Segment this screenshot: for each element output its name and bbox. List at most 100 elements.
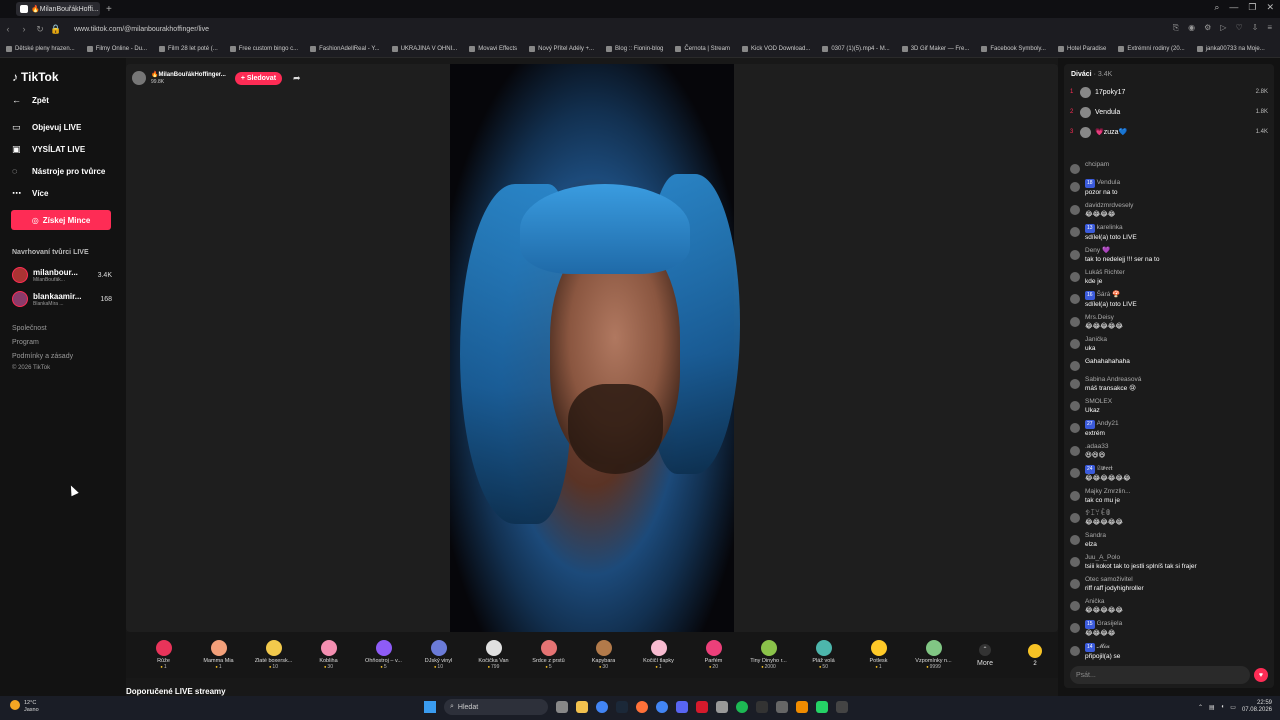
avatar[interactable]: [132, 71, 146, 85]
bookmark-item[interactable]: Hotel Paradise: [1057, 45, 1106, 52]
heart-icon[interactable]: ♥: [1254, 668, 1268, 682]
network-icon[interactable]: ▤: [1209, 704, 1215, 711]
capcut-icon-2[interactable]: [836, 701, 848, 713]
firefox-icon[interactable]: [636, 701, 648, 713]
maximize-icon[interactable]: ❐: [1248, 2, 1256, 13]
gift-item[interactable]: Parfém20: [686, 640, 741, 670]
chat-message[interactable]: 18 Vendula pozor na to: [1070, 178, 1270, 197]
share-icon[interactable]: ➦: [293, 73, 301, 84]
clock[interactable]: 22:59 07.08.2026: [1242, 700, 1272, 714]
footer-link-terms[interactable]: Podmínky a zásady: [12, 353, 73, 360]
gift-item[interactable]: Kapybara30: [576, 640, 631, 670]
settings-icon[interactable]: ⚙: [1204, 23, 1211, 33]
chat-message[interactable]: 16 Šárá 🍄 sdílel(a) toto LIVE: [1070, 290, 1270, 309]
chat-message[interactable]: 27 Andy21 extrém: [1070, 419, 1270, 438]
steam-icon[interactable]: [616, 701, 628, 713]
volume-icon[interactable]: ◖: [1221, 704, 1225, 710]
footer-link-program[interactable]: Program: [12, 339, 39, 346]
close-icon[interactable]: ✕: [1266, 2, 1274, 13]
play-icon[interactable]: ▷: [1220, 23, 1226, 33]
chat-message[interactable]: chcipam: [1070, 160, 1270, 174]
chat-message[interactable]: Juu_A_Polo tsiii kokot tak to jestli spln…: [1070, 553, 1270, 571]
menu-icon[interactable]: ≡: [1267, 23, 1272, 33]
bookmark-item[interactable]: Blog :: Fionin-blog: [606, 45, 663, 52]
chat-message[interactable]: Gahahahahaha: [1070, 357, 1270, 371]
bookmark-item[interactable]: Free custom bingo c...: [229, 45, 298, 52]
bookmark-item[interactable]: FashionAdellReal - Y...: [310, 45, 380, 52]
vlc-icon[interactable]: [796, 701, 808, 713]
bookmark-item[interactable]: Extrémní rodiny (20...: [1118, 45, 1185, 52]
discord-icon[interactable]: [676, 701, 688, 713]
chat-message[interactable]: Sandra elza: [1070, 531, 1270, 549]
search-icon[interactable]: ⌕: [1214, 2, 1219, 13]
bookmark-item[interactable]: Nový Přítel Adély +...: [529, 45, 594, 52]
windows-start-icon[interactable]: [424, 701, 436, 713]
opera-icon[interactable]: [696, 701, 708, 713]
chat-message[interactable]: 15 Grasijela 😂😂😂😂: [1070, 619, 1270, 638]
new-tab-icon[interactable]: +: [106, 4, 112, 15]
chat-message[interactable]: Deny 💜 tak to nedelejj !!! ser na to: [1070, 246, 1270, 264]
heart-icon[interactable]: ♡: [1235, 23, 1242, 33]
gift-item[interactable]: Zlaté boxersk...10: [246, 640, 301, 670]
bookmark-item[interactable]: janka00733 na Moje...: [1196, 45, 1265, 52]
weather-widget[interactable]: 12°C Jasno: [10, 700, 39, 714]
gift-item[interactable]: Srdce z prstů5: [521, 640, 576, 670]
gift-item[interactable]: Tiny Dinyho r...2000: [741, 640, 796, 670]
bookmark-item[interactable]: Facebook Symboly...: [981, 45, 1046, 52]
sidebar-item-discover-live[interactable]: ▭ Objevuj LIVE: [12, 122, 81, 133]
chat-message[interactable]: 14 𝓜𝓲𝓪 připojil(a) se: [1070, 642, 1270, 660]
back-link[interactable]: ← Zpět: [12, 95, 49, 105]
chat-message[interactable]: 24 𝕾𝖜𝖊𝖊𝖙 😂😂😂😂😂😂: [1070, 464, 1270, 483]
battery-icon[interactable]: ▭: [1230, 704, 1236, 711]
taskbar-search[interactable]: ⌕ Hledat: [444, 699, 548, 715]
sidebar-item-go-live[interactable]: ▣ VYSÍLAT LIVE: [12, 144, 85, 155]
top-viewer-row[interactable]: 1 17poky17 2.8K: [1070, 85, 1268, 99]
bookmark-item[interactable]: 3D Gif Maker — Fre...: [901, 45, 969, 52]
chat-message[interactable]: Janička uka: [1070, 335, 1270, 353]
capcut-icon[interactable]: [756, 701, 768, 713]
reload-icon[interactable]: ↻: [32, 24, 48, 35]
gift-item[interactable]: Kobliha30: [301, 640, 356, 670]
bookmark-item[interactable]: Filmy Online - Du...: [86, 45, 147, 52]
bookmark-item[interactable]: Černota | Stream: [675, 45, 730, 52]
forward-icon[interactable]: ›: [16, 24, 32, 34]
minimize-icon[interactable]: —: [1229, 2, 1238, 13]
obs-icon[interactable]: [776, 701, 788, 713]
gift-item[interactable]: Ohňostroj – v...5: [356, 640, 411, 670]
camera-icon[interactable]: ◉: [1188, 23, 1195, 33]
back-icon[interactable]: ‹: [0, 24, 16, 34]
gift-item[interactable]: Kočičí tlapky1: [631, 640, 686, 670]
url-field[interactable]: www.tiktok.com/@milanbourakhoffinger/liv…: [74, 26, 209, 33]
gift-item[interactable]: Vzpomínky n...9999: [906, 640, 961, 670]
bookmark-item[interactable]: Film 28 let poté (...: [159, 45, 218, 52]
chrome-icon[interactable]: [596, 701, 608, 713]
bookmark-item[interactable]: 0307 (1)(5).mp4 - M...: [822, 45, 890, 52]
bookmark-item[interactable]: UKRAJINA V OHNI...: [391, 45, 457, 52]
gift-item[interactable]: Mamma Mia1: [191, 640, 246, 670]
chat-message[interactable]: .adaa33 😆😆😆: [1070, 442, 1270, 460]
sidebar-item-creator-tools[interactable]: ◌ Nástroje pro tvůrce: [12, 166, 105, 176]
chat-message[interactable]: davidzmrdvesely 😂😂😂😂: [1070, 201, 1270, 219]
bookmark-item[interactable]: Kick VOD Download...: [741, 45, 810, 52]
task-view-icon[interactable]: [556, 701, 568, 713]
chevron-up-icon[interactable]: ⌃: [1198, 704, 1203, 711]
chat-message[interactable]: ꉣꀤꌩꍟꂦ 😂😂😂😂😂: [1070, 509, 1270, 527]
chat-message[interactable]: Mrs.Deisy 😂😂😂😂😂: [1070, 313, 1270, 331]
gift-item[interactable]: Pláž volá50: [796, 640, 851, 670]
live-video[interactable]: [450, 64, 740, 632]
file-explorer-icon[interactable]: [576, 701, 588, 713]
follow-button[interactable]: + Sledovat: [234, 71, 283, 85]
chat-message[interactable]: 13 karelinka sdílel(a) toto LIVE: [1070, 223, 1270, 242]
chat-message[interactable]: Otec samoživitel riff raff jodyhighroller: [1070, 575, 1270, 593]
footer-link-company[interactable]: Společnost: [12, 325, 47, 332]
chat-message[interactable]: Sabina Andreasová máš transakce 😢: [1070, 375, 1270, 393]
coin-balance[interactable]: 2: [1017, 643, 1053, 667]
top-viewer-row[interactable]: 3 💗zuza💙 1.4K: [1070, 125, 1268, 139]
viewers-title[interactable]: Diváci · 3.4K: [1071, 71, 1112, 78]
get-coins-button[interactable]: ◎ Získej Mince: [11, 210, 111, 230]
bookmark-item[interactable]: Movavi Effects: [469, 45, 517, 52]
more-gifts-button[interactable]: ⌃ More: [967, 643, 1003, 667]
suggested-creator[interactable]: milanbour... MilanBouřák... 3.4K: [12, 265, 112, 285]
bookmark-item[interactable]: Dětské pleny hrazen...: [6, 45, 75, 52]
app-icon[interactable]: [716, 701, 728, 713]
